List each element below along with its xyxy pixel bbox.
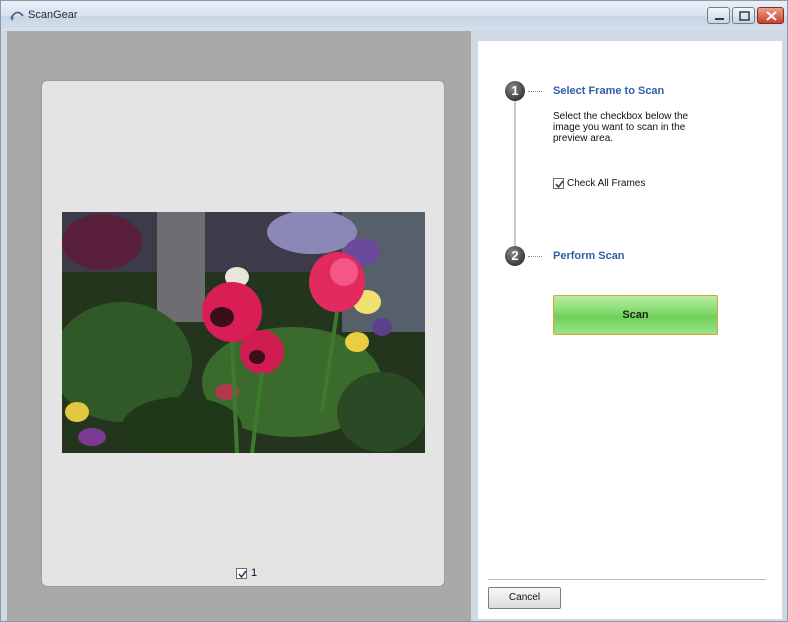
app-icon [10, 11, 24, 21]
step-1-badge: 1 [505, 81, 525, 101]
checkmark-icon [238, 570, 247, 578]
footer-divider [488, 579, 766, 580]
window-title: ScanGear [28, 9, 78, 21]
minimize-button[interactable] [707, 7, 730, 24]
maximize-button[interactable] [732, 7, 755, 24]
checkmark-icon [555, 180, 564, 189]
preview-area: 1 [7, 31, 471, 621]
check-all-frames-checkbox[interactable] [553, 178, 564, 189]
step-2-title: Perform Scan [553, 250, 625, 262]
frame-checkbox[interactable] [236, 567, 247, 579]
scan-steps-panel: 1 Select Frame to Scan Select the checkb… [478, 41, 782, 619]
tulips-photo [62, 212, 425, 453]
step-2-dots [528, 256, 542, 258]
maximize-icon [739, 11, 750, 21]
cancel-button[interactable]: Cancel [488, 587, 561, 609]
scan-button[interactable]: Scan [553, 295, 718, 335]
title-bar[interactable]: ScanGear [1, 1, 787, 31]
step-1-title: Select Frame to Scan [553, 85, 665, 97]
scangear-window: ScanGear 1 1 Select Frame to Scan Select… [0, 0, 788, 622]
check-all-frames-row[interactable]: Check All Frames [553, 178, 645, 189]
preview-frame-card[interactable]: 1 [42, 81, 444, 586]
step-1-dots [528, 91, 542, 93]
close-icon [766, 11, 777, 21]
check-all-frames-label: Check All Frames [567, 178, 646, 189]
step-2-badge: 2 [505, 246, 525, 266]
minimize-icon [715, 18, 724, 20]
frame-checkbox-row[interactable]: 1 [236, 567, 257, 579]
close-button[interactable] [757, 7, 784, 24]
frame-number-label: 1 [251, 567, 258, 579]
preview-image[interactable] [62, 212, 425, 453]
scan-button-label: Scan [622, 309, 649, 321]
step-1-description: Select the checkbox below the image you … [553, 111, 689, 144]
step-connector-line [514, 91, 516, 255]
